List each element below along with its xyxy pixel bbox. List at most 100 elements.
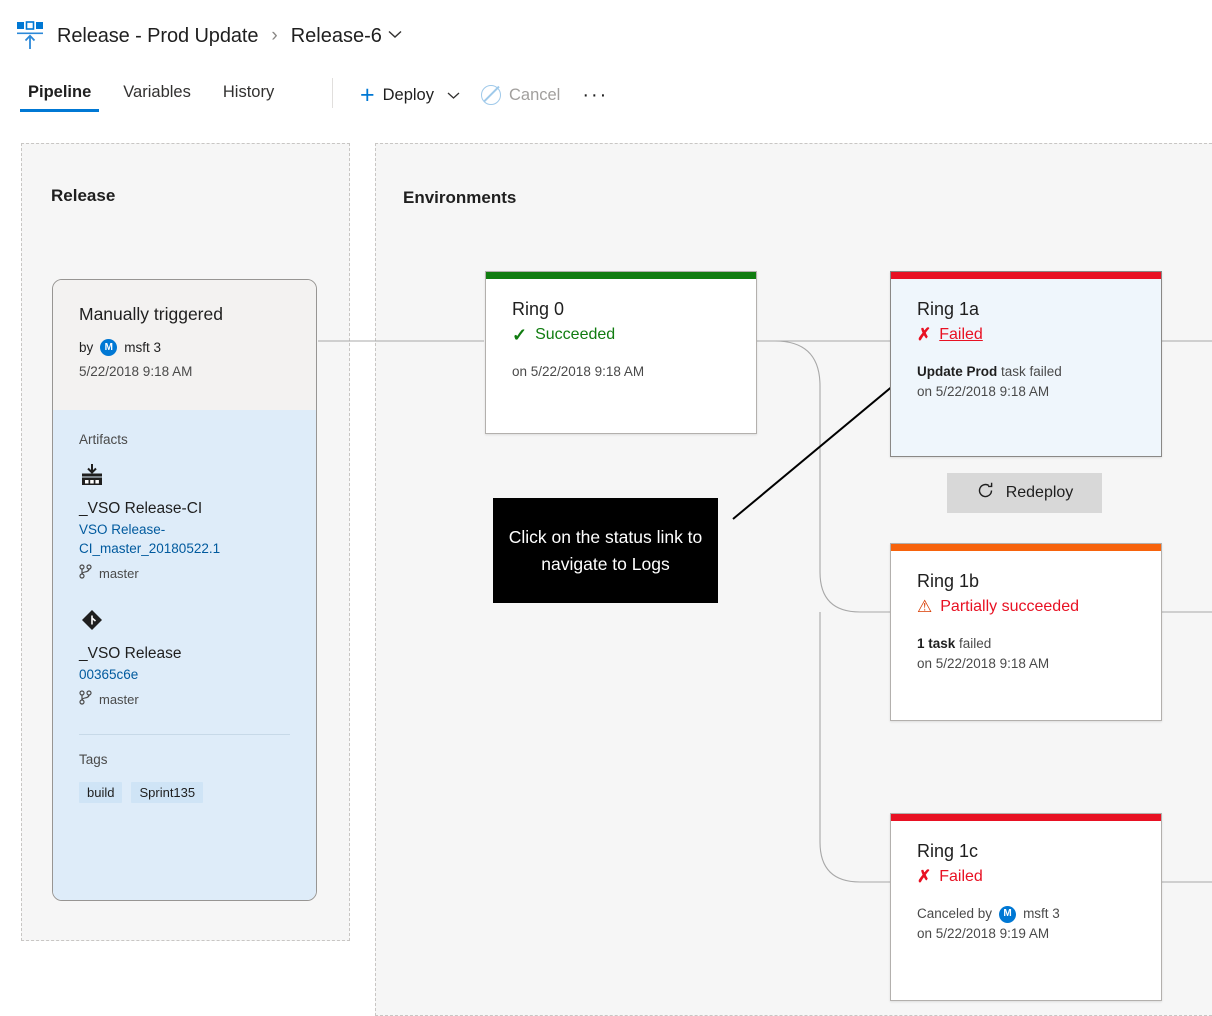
environment-meta-task: Update Prod task failed <box>917 362 1135 382</box>
tag-list: build Sprint135 <box>79 782 290 803</box>
by-label: by <box>79 340 94 355</box>
environment-status: ✗ Failed <box>917 868 1135 886</box>
git-repo-icon <box>79 610 105 636</box>
environment-meta-date: on 5/22/2018 9:18 AM <box>917 384 1050 399</box>
status-text: Failed <box>939 868 983 885</box>
divider <box>79 734 290 735</box>
artifact-version[interactable]: 00365c6e <box>79 665 290 684</box>
toolbar: Pipeline Variables History + Deploy Canc… <box>0 70 1212 120</box>
release-triggered-by: by M msft 3 <box>79 339 290 356</box>
tab-variables[interactable]: Variables <box>107 70 207 110</box>
warning-icon: ⚠ <box>917 597 933 616</box>
tab-pipeline[interactable]: Pipeline <box>12 70 107 112</box>
status-bar <box>486 272 756 279</box>
avatar: M <box>100 339 118 356</box>
artifact-item: _VSO Release-CI VSO Release-CI_master_20… <box>79 463 290 582</box>
release-card-body: Artifacts _VSO Release-CI VSO Release-CI… <box>53 410 316 900</box>
breadcrumb-separator-icon: › <box>271 25 278 46</box>
breadcrumb-current: Release-6 <box>290 24 382 47</box>
tag-chip[interactable]: Sprint135 <box>131 782 204 803</box>
callout-tooltip: Click on the status link to navigate to … <box>493 498 718 603</box>
environment-meta: on 5/22/2018 9:18 AM <box>512 362 730 382</box>
tab-history[interactable]: History <box>207 70 290 110</box>
breadcrumb: Release - Prod Update › Release-6 <box>57 20 404 52</box>
environment-name: Ring 1b <box>917 571 980 591</box>
refresh-icon <box>976 481 995 505</box>
environments-panel-title: Environments <box>403 188 517 207</box>
tag-chip[interactable]: build <box>79 782 123 803</box>
artifacts-label: Artifacts <box>79 432 128 447</box>
branch-name: master <box>99 691 139 707</box>
toolbar-divider <box>332 78 333 108</box>
redeploy-button[interactable]: Redeploy <box>947 473 1102 513</box>
environment-status: ⚠ Partially succeeded <box>917 598 1135 616</box>
status-bar <box>891 814 1161 821</box>
release-date: 5/22/2018 9:18 AM <box>79 364 193 379</box>
meta-task-rest: task failed <box>997 364 1062 379</box>
environment-meta-date: on 5/22/2018 9:18 AM <box>512 364 645 379</box>
release-card-header: Manually triggered by M msft 3 5/22/2018… <box>53 280 316 410</box>
chevron-down-icon <box>446 88 461 103</box>
x-icon: ✗ <box>917 867 932 886</box>
meta-canceled-by: Canceled by <box>917 906 993 921</box>
environment-name: Ring 1a <box>917 299 980 319</box>
check-icon: ✓ <box>512 325 528 345</box>
environment-status[interactable]: ✗ Failed <box>917 326 1135 344</box>
meta-task-name: Update Prod <box>917 364 998 379</box>
environment-meta-date: on 5/22/2018 9:18 AM <box>917 656 1050 671</box>
branch-name: master <box>99 565 139 581</box>
cancel-button[interactable]: Cancel <box>471 79 570 111</box>
release-panel-title: Release <box>51 186 116 205</box>
breadcrumb-root[interactable]: Release - Prod Update <box>57 25 258 48</box>
environment-card-ring-1c[interactable]: Ring 1c ✗ Failed Canceled by M msft 3 on… <box>890 813 1162 1001</box>
environment-meta: 1 task failed on 5/22/2018 9:18 AM <box>917 634 1135 674</box>
release-user-name: msft 3 <box>124 340 162 355</box>
environment-card-ring-1b[interactable]: Ring 1b ⚠ Partially succeeded 1 task fai… <box>890 543 1162 721</box>
plus-icon: + <box>360 81 375 109</box>
environment-meta: Canceled by M msft 3 on 5/22/2018 9:19 A… <box>917 904 1135 944</box>
breadcrumb-current-group[interactable]: Release-6 <box>291 25 404 48</box>
deploy-button[interactable]: + Deploy <box>350 80 471 111</box>
environment-meta: Update Prod task failed on 5/22/2018 9:1… <box>917 362 1135 402</box>
deploy-label: Deploy <box>382 85 434 104</box>
branch-icon <box>79 690 92 708</box>
build-artifact-icon <box>79 464 105 491</box>
status-link[interactable]: Failed <box>939 326 983 344</box>
artifact-branch: master <box>79 564 290 582</box>
toolbar-actions: + Deploy Cancel ··· <box>350 70 620 120</box>
meta-task-rest: failed <box>955 636 992 651</box>
environment-meta-task: 1 task failed <box>917 634 1135 654</box>
more-actions-button[interactable]: ··· <box>570 84 620 106</box>
cancel-icon <box>480 85 501 105</box>
x-icon: ✗ <box>917 325 932 344</box>
tags-label: Tags <box>79 752 108 767</box>
status-bar <box>891 544 1161 551</box>
redeploy-label: Redeploy <box>1005 484 1074 501</box>
release-trigger-label: Manually triggered <box>79 304 223 324</box>
environment-meta-canceled: Canceled by M msft 3 <box>917 904 1135 924</box>
environment-meta-date: on 5/22/2018 9:19 AM <box>917 926 1050 941</box>
artifact-branch: master <box>79 690 290 708</box>
release-pipeline-icon <box>13 20 47 52</box>
environment-card-ring-0[interactable]: Ring 0 ✓ Succeeded on 5/22/2018 9:18 AM <box>485 271 757 434</box>
artifact-name: _VSO Release-CI <box>79 500 203 517</box>
status-text: Partially succeeded <box>940 598 1079 615</box>
environment-name: Ring 1c <box>917 841 979 861</box>
status-bar <box>891 272 1161 279</box>
page-header: Release - Prod Update › Release-6 <box>0 0 1212 68</box>
avatar: M <box>999 905 1017 923</box>
artifact-version[interactable]: VSO Release-CI_master_20180522.1 <box>79 520 290 558</box>
environment-name: Ring 0 <box>512 299 565 319</box>
environment-status: ✓ Succeeded <box>512 326 730 344</box>
artifact-item: _VSO Release 00365c6e master <box>79 608 290 708</box>
tab-list: Pipeline Variables History <box>12 70 290 120</box>
meta-task-name: 1 task <box>917 636 956 651</box>
environment-card-ring-1a[interactable]: Ring 1a ✗ Failed Update Prod task failed… <box>890 271 1162 457</box>
status-text: Succeeded <box>535 326 616 343</box>
meta-canceled-user: msft 3 <box>1023 906 1060 921</box>
artifact-name: _VSO Release <box>79 645 182 662</box>
chevron-down-icon <box>386 27 404 45</box>
branch-icon <box>79 564 92 582</box>
cancel-label: Cancel <box>508 85 561 104</box>
release-card[interactable]: Manually triggered by M msft 3 5/22/2018… <box>52 279 317 901</box>
